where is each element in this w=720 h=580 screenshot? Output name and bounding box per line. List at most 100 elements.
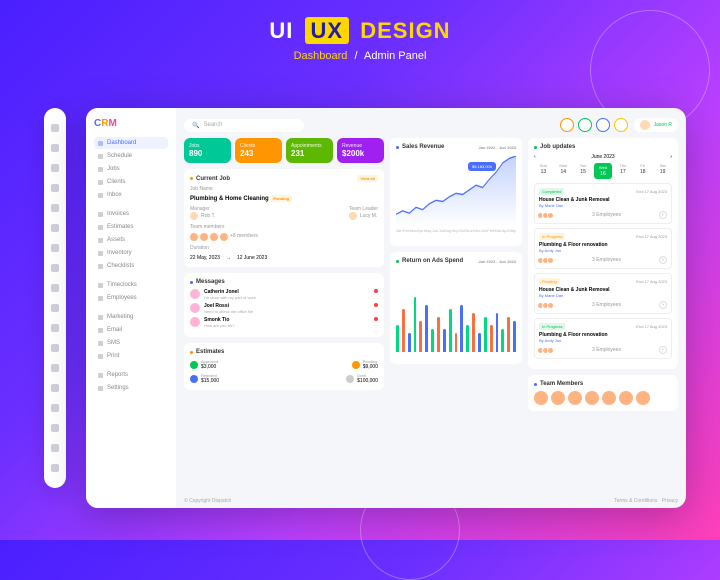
rail-icon[interactable]	[51, 204, 59, 212]
search-input[interactable]: 🔍Search	[184, 119, 304, 132]
message-item[interactable]: Smonk TioHow are you Mr?	[190, 317, 378, 328]
rail-icon[interactable]	[51, 324, 59, 332]
bar	[419, 321, 422, 352]
bar	[496, 313, 499, 352]
job-card[interactable]: In ProgressEnd 17 Aug 2023Plumbing & Flo…	[534, 318, 672, 359]
nav-icon	[98, 386, 103, 391]
sidebar-item-clients[interactable]: Clients	[94, 176, 168, 188]
job-avatars	[539, 212, 554, 219]
sidebar-item-estimates[interactable]: Estimates	[94, 221, 168, 233]
user-menu[interactable]: Jason R	[634, 118, 678, 132]
calendar-icon[interactable]	[596, 118, 610, 132]
calendar-day[interactable]: Sun13	[534, 163, 553, 179]
status-icon	[190, 375, 198, 383]
estimates-card: Estimates Approved$3,000Pending$9,000 Re…	[184, 343, 384, 390]
nav-icon	[98, 283, 103, 288]
sidebar-item-dashboard[interactable]: Dashboard	[94, 137, 168, 149]
message-icon[interactable]	[578, 118, 592, 132]
rail-icon[interactable]	[51, 224, 59, 232]
dashboard-panel: CRM DashboardScheduleJobsClientsInbox In…	[86, 108, 686, 508]
more-icon[interactable]: ›	[659, 346, 667, 354]
settings-icon[interactable]	[614, 118, 628, 132]
sidebar-item-inbox[interactable]: Inbox	[94, 189, 168, 201]
bar	[466, 325, 469, 352]
rail-icon[interactable]	[51, 164, 59, 172]
next-month[interactable]: ›	[670, 154, 672, 160]
sidebar-item-reports[interactable]: Reports	[94, 369, 168, 381]
estimate-draft: Draft$100,000	[346, 373, 378, 384]
calendar-day[interactable]: Sat19	[653, 163, 672, 179]
sidebar-item-jobs[interactable]: Jobs	[94, 163, 168, 175]
nav-icon	[98, 341, 103, 346]
team-avatars	[534, 391, 672, 405]
rail-icon[interactable]	[51, 384, 59, 392]
unread-dot	[374, 289, 378, 293]
revenue-chart-card: Sales RevenueJan 2022 - Jun 2023 $5,183,…	[390, 138, 522, 246]
dot-icon	[396, 146, 399, 149]
privacy-link[interactable]: Privacy	[662, 498, 678, 504]
job-card[interactable]: CompletedEnd 17 Aug 2023House Clean & Ju…	[534, 183, 672, 224]
sidebar-item-settings[interactable]: Settings	[94, 382, 168, 394]
more-icon[interactable]: ›	[659, 256, 667, 264]
bar	[443, 329, 446, 352]
status-icon	[352, 361, 360, 369]
status-icon	[346, 375, 354, 383]
job-status-badge: In Progress	[539, 323, 565, 330]
topbar: 🔍Search Jason R	[184, 116, 678, 134]
rail-icon[interactable]	[51, 284, 59, 292]
sidebar-item-marketing[interactable]: Marketing	[94, 311, 168, 323]
bar	[425, 305, 428, 352]
rail-icon[interactable]	[51, 404, 59, 412]
sidebar-item-email[interactable]: Email	[94, 324, 168, 336]
estimate-approved: Approved$3,000	[190, 359, 218, 370]
sidebar-item-inventory[interactable]: Inventory	[94, 247, 168, 259]
stat-jobs[interactable]: Jobs890	[184, 138, 231, 163]
terms-link[interactable]: Terms & Conditions	[614, 498, 657, 504]
job-avatars	[539, 257, 554, 264]
sidebar-item-sms[interactable]: SMS	[94, 337, 168, 349]
calendar-day[interactable]: Tue15	[574, 163, 593, 179]
sidebar-item-invoices[interactable]: Invoices	[94, 208, 168, 220]
job-card[interactable]: In ProgressEnd 17 Aug 2023Plumbing & Flo…	[534, 228, 672, 269]
rail-icon[interactable]	[51, 264, 59, 272]
stat-appointments[interactable]: Appointments231	[286, 138, 333, 163]
current-job-card: Current JobView all Job Name Plumbing & …	[184, 169, 384, 267]
rail-icon[interactable]	[51, 124, 59, 132]
stat-clients[interactable]: Clients243	[235, 138, 282, 163]
sidebar-item-print[interactable]: Print	[94, 350, 168, 362]
rail-icon[interactable]	[51, 344, 59, 352]
status-icon	[190, 361, 198, 369]
dot-icon	[396, 260, 399, 263]
rail-icon[interactable]	[51, 244, 59, 252]
message-item[interactable]: Catherin JonelI'm done with my part of w…	[190, 289, 378, 300]
sidebar-item-assets[interactable]: Assets	[94, 234, 168, 246]
rail-icon[interactable]	[51, 424, 59, 432]
calendar-day[interactable]: Mon14	[554, 163, 573, 179]
more-icon[interactable]: ›	[659, 301, 667, 309]
rail-icon[interactable]	[51, 464, 59, 472]
calendar-day[interactable]: Wed16	[594, 163, 613, 179]
rail-icon[interactable]	[51, 184, 59, 192]
notification-icon[interactable]	[560, 118, 574, 132]
sidebar-item-schedule[interactable]: Schedule	[94, 150, 168, 162]
message-item[interactable]: Joel RossiNeed to check the office file	[190, 303, 378, 314]
sidebar-item-timeclocks[interactable]: Timeclocks	[94, 279, 168, 291]
rail-icon[interactable]	[51, 364, 59, 372]
view-all-link[interactable]: View all	[357, 175, 378, 182]
job-avatars	[539, 302, 554, 309]
more-icon[interactable]: ›	[659, 211, 667, 219]
stat-revenue[interactable]: Revenue$200k	[337, 138, 384, 163]
rail-icon[interactable]	[51, 304, 59, 312]
nav-icon	[98, 373, 103, 378]
roas-chart-card: Return on Ads SpendJan 2023 - Jun 2023	[390, 252, 522, 364]
nav-icon	[98, 180, 103, 185]
calendar-day[interactable]: Thu17	[613, 163, 632, 179]
sidebar-item-employees[interactable]: Employees	[94, 292, 168, 304]
job-card[interactable]: PendingEnd 17 Aug 2023House Clean & Junk…	[534, 273, 672, 314]
prev-month[interactable]: ‹	[534, 154, 536, 160]
calendar-day[interactable]: Fri18	[633, 163, 652, 179]
manager: Rob T.	[190, 212, 215, 220]
rail-icon[interactable]	[51, 144, 59, 152]
sidebar-item-checklists[interactable]: Checklists	[94, 260, 168, 272]
rail-icon[interactable]	[51, 444, 59, 452]
